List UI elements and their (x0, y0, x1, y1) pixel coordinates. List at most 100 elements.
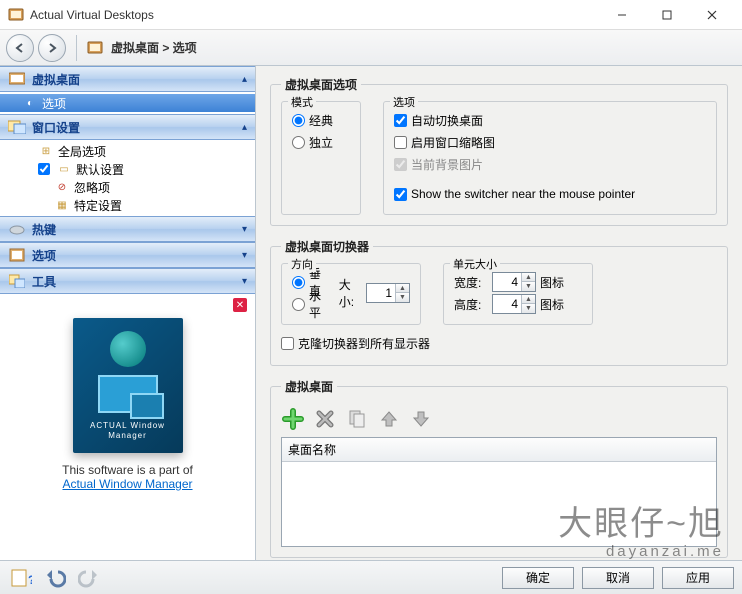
chevron-up-icon: ▴ (242, 122, 247, 133)
subgroup-mode: 模式 经典 独立 (281, 101, 361, 215)
sidebar-section-label: 热键 (32, 221, 242, 238)
default-checkbox[interactable] (38, 163, 50, 175)
copy-desktop-button[interactable] (345, 407, 369, 431)
unit-label: 图标 (540, 274, 564, 291)
group-vd-options: 虚拟桌面选项 模式 经典 独立 选项 自动切换桌面 启用窗口缩略图 当前背景图片… (270, 76, 728, 226)
apply-button[interactable]: 应用 (662, 567, 734, 589)
sidebar-item-ignore[interactable]: ⊘ 忽略项 (0, 178, 255, 196)
minimize-button[interactable] (599, 1, 644, 29)
sidebar: 虚拟桌面 ▴ ◐ 选项 窗口设置 ▴ ⊞ 全局选项 ▭ 默认设置 (0, 66, 256, 560)
chevron-down-icon: ▾ (242, 224, 247, 235)
size-spinner[interactable]: ▲▼ (366, 283, 410, 303)
options-icon: ◐ (22, 96, 38, 110)
radio-mode-classic[interactable]: 经典 (292, 110, 350, 130)
sidebar-section-label: 窗口设置 (32, 119, 242, 136)
product-name: ACTUAL Window Manager (73, 421, 183, 440)
width-label: 宽度: (454, 274, 488, 291)
sidebar-section-label: 工具 (32, 273, 242, 290)
sidebar-section-window-settings[interactable]: 窗口设置 ▴ (0, 114, 255, 140)
toolbar: 虚拟桌面 > 选项 (0, 30, 742, 66)
spin-down-icon[interactable]: ▼ (521, 282, 535, 291)
ok-button[interactable]: 确定 (502, 567, 574, 589)
radio-dir-horizontal[interactable]: 水平 (292, 294, 331, 314)
content-area: 虚拟桌面选项 模式 经典 独立 选项 自动切换桌面 启用窗口缩略图 当前背景图片… (256, 66, 742, 560)
sidebar-item-label: 全局选项 (58, 143, 106, 160)
sidebar-section-options2[interactable]: 选项 ▾ (0, 242, 255, 268)
move-down-button[interactable] (409, 407, 433, 431)
group-vd-list: 虚拟桌面 桌面名称 (270, 378, 728, 558)
hotkey-icon (8, 221, 26, 237)
breadcrumb: 虚拟桌面 > 选项 (111, 39, 197, 56)
cancel-button[interactable]: 取消 (582, 567, 654, 589)
sidebar-section-virtual-desktops[interactable]: 虚拟桌面 ▴ (0, 66, 255, 92)
promo-close-button[interactable]: ✕ (233, 298, 247, 312)
close-button[interactable] (689, 1, 734, 29)
subgroup-options: 选项 自动切换桌面 启用窗口缩略图 当前背景图片 Show the switch… (383, 101, 717, 215)
breadcrumb-icon (87, 40, 103, 56)
window-settings-icon (8, 119, 26, 135)
height-label: 高度: (454, 296, 488, 313)
chevron-down-icon: ▾ (242, 276, 247, 287)
move-up-button[interactable] (377, 407, 401, 431)
check-clone[interactable]: 克隆切换器到所有显示器 (281, 333, 717, 353)
group-legend: 虚拟桌面选项 (281, 76, 361, 93)
nav-forward-button[interactable] (38, 34, 66, 62)
help-button[interactable]: ? (8, 565, 34, 591)
subgroup-cell: 单元大小 宽度: ▲▼ 图标 高度: ▲▼ 图标 (443, 263, 593, 325)
sidebar-item-label: 默认设置 (76, 161, 124, 178)
size-label: 大小: (339, 276, 362, 310)
promo-text: This software is a part of (62, 463, 193, 477)
spin-up-icon[interactable]: ▲ (521, 273, 535, 282)
radio-mode-independent[interactable]: 独立 (292, 132, 350, 152)
app-icon (8, 7, 24, 23)
bottom-bar: ? 确定 取消 应用 (0, 560, 742, 594)
redo-button[interactable] (76, 565, 102, 591)
group-legend: 虚拟桌面切换器 (281, 238, 373, 255)
subgroup-direction: 方向 垂直 水平 大小: ▲▼ (281, 263, 421, 325)
svg-text:?: ? (28, 573, 32, 587)
group-legend: 虚拟桌面 (281, 378, 337, 395)
sidebar-item-specific[interactable]: ▦ 特定设置 (0, 196, 255, 214)
width-spinner[interactable]: ▲▼ (492, 272, 536, 292)
chevron-down-icon: ▾ (242, 250, 247, 261)
toolbar-separator (76, 35, 77, 61)
sidebar-item-options[interactable]: ◐ 选项 (0, 94, 255, 112)
sidebar-item-label: 选项 (42, 95, 66, 112)
subgroup-label: 选项 (390, 94, 418, 110)
subgroup-label: 模式 (288, 94, 316, 110)
nav-back-button[interactable] (6, 34, 34, 62)
sidebar-section-hotkeys[interactable]: 热键 ▾ (0, 216, 255, 242)
subgroup-label: 方向 (288, 256, 316, 272)
delete-desktop-button[interactable] (313, 407, 337, 431)
specific-icon: ▦ (54, 198, 70, 212)
list-header[interactable]: 桌面名称 (282, 438, 716, 462)
spin-down-icon[interactable]: ▼ (521, 304, 535, 313)
sidebar-item-label: 特定设置 (74, 197, 122, 214)
spin-up-icon[interactable]: ▲ (395, 284, 409, 293)
undo-button[interactable] (42, 565, 68, 591)
window-title: Actual Virtual Desktops (30, 8, 599, 22)
window-icon: ▭ (56, 162, 72, 176)
unit-label: 图标 (540, 296, 564, 313)
check-bg: 当前背景图片 (394, 154, 706, 174)
sidebar-item-global[interactable]: ⊞ 全局选项 (0, 142, 255, 160)
ignore-icon: ⊘ (54, 180, 70, 194)
titlebar: Actual Virtual Desktops (0, 0, 742, 30)
sidebar-item-label: 忽略项 (74, 179, 110, 196)
chevron-up-icon: ▴ (242, 74, 247, 85)
options2-icon (8, 247, 26, 263)
add-desktop-button[interactable] (281, 407, 305, 431)
spin-up-icon[interactable]: ▲ (521, 295, 535, 304)
promo-link[interactable]: Actual Window Manager (62, 477, 192, 491)
maximize-button[interactable] (644, 1, 689, 29)
check-near-pointer[interactable]: Show the switcher near the mouse pointer (394, 184, 706, 204)
desktop-icon (8, 71, 26, 87)
height-spinner[interactable]: ▲▼ (492, 294, 536, 314)
desktop-list[interactable]: 桌面名称 (281, 437, 717, 547)
sidebar-item-default[interactable]: ▭ 默认设置 (0, 160, 255, 178)
subgroup-label: 单元大小 (450, 256, 500, 272)
spin-down-icon[interactable]: ▼ (395, 293, 409, 302)
sidebar-section-tools[interactable]: 工具 ▾ (0, 268, 255, 294)
check-thumbs[interactable]: 启用窗口缩略图 (394, 132, 706, 152)
check-auto-switch[interactable]: 自动切换桌面 (394, 110, 706, 130)
